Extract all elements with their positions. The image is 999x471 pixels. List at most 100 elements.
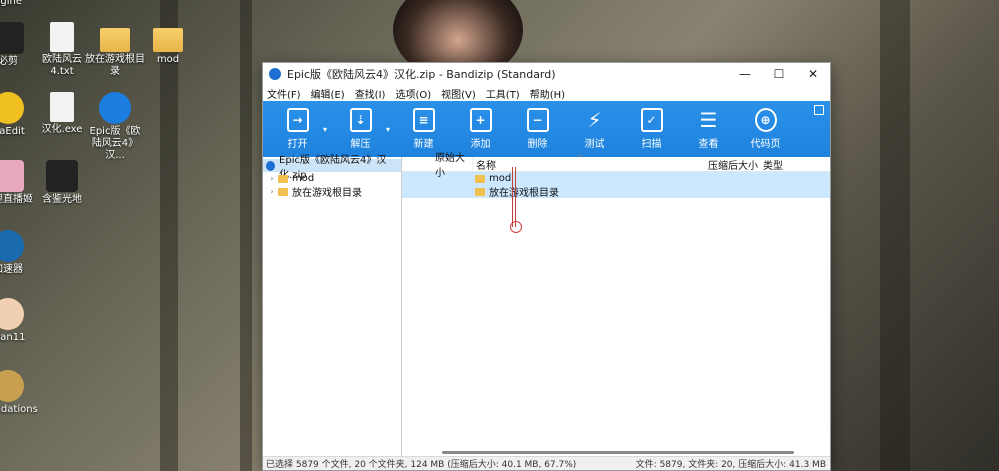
add-file-icon: + xyxy=(469,108,492,132)
desktop-icon[interactable]: 放在游戏根目录 xyxy=(85,22,145,78)
menu-find[interactable]: 查找(I) xyxy=(355,86,386,101)
column-compressed-size[interactable]: 压缩后大小 xyxy=(708,157,758,172)
desktop-icon[interactable]: 汉化.exe xyxy=(32,92,92,136)
tool-label: 扫描 xyxy=(641,139,662,150)
list-item[interactable]: 放在游戏根目录 xyxy=(402,184,830,199)
desktop-icon[interactable]: mod xyxy=(138,22,198,66)
menu-tools[interactable]: 工具(T) xyxy=(486,86,520,101)
desktop-icon[interactable]: Epic版《欧陆风云4》汉... xyxy=(85,92,145,162)
desktop-icon-label: ngine xyxy=(0,0,22,7)
chevron-right-icon[interactable]: › xyxy=(266,187,278,196)
tree-item-root[interactable]: Epic版《欧陆风云4》汉化.zip xyxy=(263,155,401,181)
delete-button[interactable]: − 删除 xyxy=(509,101,566,157)
test-button[interactable]: ⚡ 测试 xyxy=(566,101,623,157)
list-view-icon: ☰ xyxy=(699,108,718,132)
desktop-icon-label: 含鉴光地 xyxy=(42,194,82,205)
extract-icon: ⇣ xyxy=(349,108,372,132)
accelerator-app-icon xyxy=(0,230,24,262)
bilibili-live-icon xyxy=(0,160,24,192)
tree-item-label: 放在游戏根目录 xyxy=(292,188,362,199)
menu-file[interactable]: 文件(F) xyxy=(267,86,301,101)
folder-tree: Epic版《欧陆风云4》汉化.zip › mod › 放在游戏根目录 xyxy=(263,155,402,456)
tool-label: 测试 xyxy=(584,139,605,150)
background-tree xyxy=(880,0,910,471)
desktop-icon[interactable]: 加速器 xyxy=(0,230,38,276)
folder-icon xyxy=(153,28,183,52)
list-item-name: 放在游戏根目录 xyxy=(402,184,638,199)
menu-options[interactable]: 选项(O) xyxy=(395,86,431,101)
bandizip-window: Epic版《欧陆风云4》汉化.zip - Bandizip (Standard)… xyxy=(262,62,831,471)
folder-icon xyxy=(475,187,485,196)
bijian-app-icon xyxy=(0,22,24,54)
file-list: ^ 原始大小 名称 压缩后大小 类型 mod 放在游戏根目录 xyxy=(402,153,830,456)
minimize-button[interactable]: — xyxy=(728,63,762,85)
tool-label: 打开 xyxy=(287,139,308,150)
game-app-icon xyxy=(46,160,78,192)
bandizip-logo-icon xyxy=(269,68,281,80)
folder-icon xyxy=(475,174,485,183)
new-archive-icon: ≡ xyxy=(412,108,435,132)
menu-bar: 文件(F) 编辑(E) 查找(I) 选项(O) 视图(V) 工具(T) 帮助(H… xyxy=(263,85,830,101)
extract-dropdown-chevron-icon[interactable]: ▾ xyxy=(383,101,393,157)
folder-icon xyxy=(278,187,288,196)
cartoon-app-icon xyxy=(0,298,24,330)
tool-label: 删除 xyxy=(527,139,548,150)
maximize-button[interactable]: ☐ xyxy=(762,63,796,85)
tool-label: 解压 xyxy=(350,139,371,150)
x4-game-icon xyxy=(0,370,24,402)
menu-help[interactable]: 帮助(H) xyxy=(530,86,565,101)
content-panes: Epic版《欧陆风云4》汉化.zip › mod › 放在游戏根目录 ^ 原始大… xyxy=(263,153,830,456)
status-summary: 文件: 5879, 文件夹: 20, 压缩后大小: 41.3 MB xyxy=(635,460,826,470)
zip-icon xyxy=(266,160,276,171)
menu-edit[interactable]: 编辑(E) xyxy=(311,86,345,101)
delete-file-icon: − xyxy=(526,108,549,132)
open-button[interactable]: → 打开 xyxy=(269,101,326,157)
desktop-icon-label: 放在游戏根目录 xyxy=(85,54,145,77)
background-tree xyxy=(160,0,178,471)
tool-label: 代码页 xyxy=(750,139,781,150)
horizontal-scrollbar[interactable] xyxy=(442,451,794,454)
title-bar[interactable]: Epic版《欧陆风云4》汉化.zip - Bandizip (Standard)… xyxy=(263,63,830,85)
open-dropdown-chevron-icon[interactable]: ▾ xyxy=(320,101,330,157)
folder-icon xyxy=(100,28,130,52)
desktop-icon[interactable]: 欧陆风云4.txt xyxy=(32,22,92,78)
sort-indicator-icon: ^ xyxy=(576,153,583,162)
tree-item-game-root[interactable]: › 放在游戏根目录 xyxy=(263,185,401,199)
tool-label: 查看 xyxy=(698,139,719,150)
lightning-icon: ⚡ xyxy=(587,108,602,132)
text-file-icon xyxy=(50,22,74,52)
view-button[interactable]: ☰ 查看 xyxy=(680,101,737,157)
extract-button[interactable]: ⇣ 解压 xyxy=(332,101,389,157)
column-type[interactable]: 类型 xyxy=(758,157,818,172)
desktop-icon-label: X4 ndations xyxy=(0,404,38,415)
tool-label: 添加 xyxy=(470,139,491,150)
list-item-label: mod xyxy=(489,173,512,184)
scan-button[interactable]: ✓ 扫描 xyxy=(623,101,680,157)
tool-label: 新建 xyxy=(413,139,434,150)
zip-file-icon xyxy=(99,92,131,124)
desktop-icon[interactable]: ngine xyxy=(0,0,38,8)
desktop-icon[interactable]: man11 xyxy=(0,298,38,344)
status-bar: 已选择 5879 个文件, 20 个文件夹, 124 MB (压缩后大小: 40… xyxy=(263,456,830,470)
ultraedit-app-icon xyxy=(0,92,24,124)
exe-file-icon xyxy=(50,92,74,122)
globe-icon: ⊕ xyxy=(754,108,777,132)
chevron-right-icon[interactable]: › xyxy=(266,174,278,183)
close-button[interactable]: ✕ xyxy=(796,63,830,85)
toolbar: → 打开 ▾ ⇣ 解压 ▾ ≡ 新建 + 添加 − 删除 ⚡ 测试 ✓ 扫描 ☰… xyxy=(263,101,830,157)
column-original-size[interactable]: 原始大小 xyxy=(402,149,472,179)
desktop-icon-label: 加速器 xyxy=(0,264,23,275)
window-title: Epic版《欧陆风云4》汉化.zip - Bandizip (Standard) xyxy=(287,68,556,81)
status-selection: 已选择 5879 个文件, 20 个文件夹, 124 MB (压缩后大小: 40… xyxy=(266,460,577,470)
folder-icon xyxy=(278,174,288,183)
codepage-button[interactable]: ⊕ 代码页 xyxy=(737,101,794,157)
desktop-icon[interactable]: X4 ndations xyxy=(0,370,38,416)
column-name[interactable]: 名称 xyxy=(472,156,708,172)
desktop-icon-label: mod xyxy=(156,54,180,65)
desktop-icon[interactable]: 含鉴光地 xyxy=(32,160,92,206)
mouse-cursor-icon xyxy=(510,221,522,233)
desktop-icon-label: Epic版《欧陆风云4》汉... xyxy=(89,126,141,161)
layout-toggle-icon[interactable] xyxy=(814,105,824,115)
desktop-icon-label: man11 xyxy=(0,332,26,343)
menu-view[interactable]: 视图(V) xyxy=(441,86,476,101)
